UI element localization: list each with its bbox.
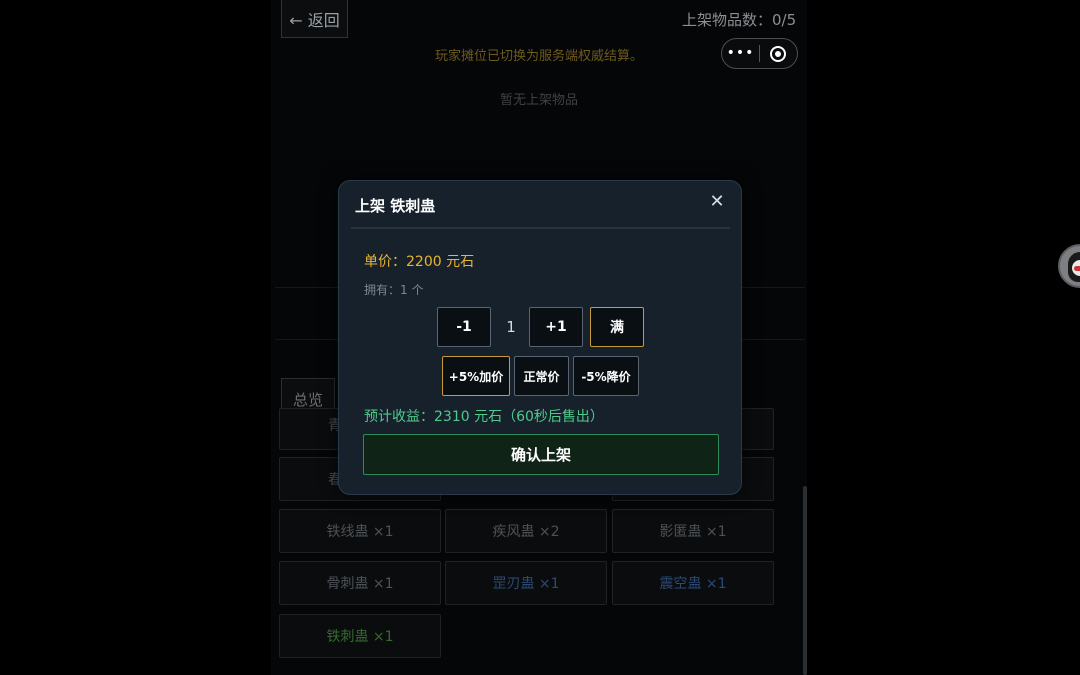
inventory-item-label: 铁线蛊 ×1	[326, 524, 394, 540]
quantity-max-button[interactable]: 满	[590, 307, 644, 347]
quantity-value: 1	[506, 318, 516, 336]
inventory-item-label: 骨刺蛊 ×1	[326, 576, 394, 592]
listing-dialog: 上架 铁刺蛊 ✕ 单价：2200 元石 拥有：1 个 -1 1 +1 满 +5%…	[338, 180, 742, 495]
inventory-item-label: 罡刃蛊 ×1	[492, 576, 560, 592]
quantity-plus-button[interactable]: +1	[529, 307, 583, 347]
owned-count: 拥有：1 个	[364, 283, 424, 297]
confirm-listing-button[interactable]: 确认上架	[363, 434, 719, 475]
price-normal-button[interactable]: 正常价	[514, 356, 569, 396]
inventory-item[interactable]: 骨刺蛊 ×1	[279, 561, 441, 605]
unit-price: 单价：2200 元石	[364, 254, 475, 270]
scrollbar[interactable]	[803, 486, 807, 675]
inventory-item[interactable]: 铁线蛊 ×1	[279, 509, 441, 553]
quantity-minus-button[interactable]: -1	[437, 307, 491, 347]
close-icon[interactable]: ✕	[707, 191, 727, 213]
inventory-item-label: 震空蛊 ×1	[659, 576, 727, 592]
inventory-item[interactable]: 铁刺蛊 ×1	[279, 614, 441, 658]
price-up-button[interactable]: +5%加价	[442, 356, 510, 396]
empty-listing-note: 暂无上架物品	[499, 93, 578, 108]
inventory-item[interactable]: 影匿蛊 ×1	[612, 509, 774, 553]
listed-count: 上架物品数：0/5	[682, 11, 797, 29]
inventory-item-label: 铁刺蛊 ×1	[326, 629, 394, 645]
penguin-beak	[1074, 266, 1080, 271]
inventory-item-label: 影匿蛊 ×1	[659, 524, 727, 540]
inventory-item[interactable]: 疾风蛊 ×2	[445, 509, 607, 553]
dialog-title: 上架 铁刺蛊	[355, 197, 436, 215]
settlement-notice: 玩家摊位已切换为服务端权威结算。	[434, 49, 643, 64]
dialog-divider	[351, 227, 730, 229]
qq-penguin-avatar[interactable]	[1058, 244, 1080, 288]
back-button[interactable]: ← 返回	[281, 0, 348, 38]
expected-revenue: 预计收益：2310 元石（60秒后售出）	[364, 409, 604, 425]
price-down-button[interactable]: -5%降价	[573, 356, 639, 396]
inventory-item[interactable]: 罡刃蛊 ×1	[445, 561, 607, 605]
inventory-item-label: 疾风蛊 ×2	[492, 524, 560, 540]
inventory-item[interactable]: 震空蛊 ×1	[612, 561, 774, 605]
